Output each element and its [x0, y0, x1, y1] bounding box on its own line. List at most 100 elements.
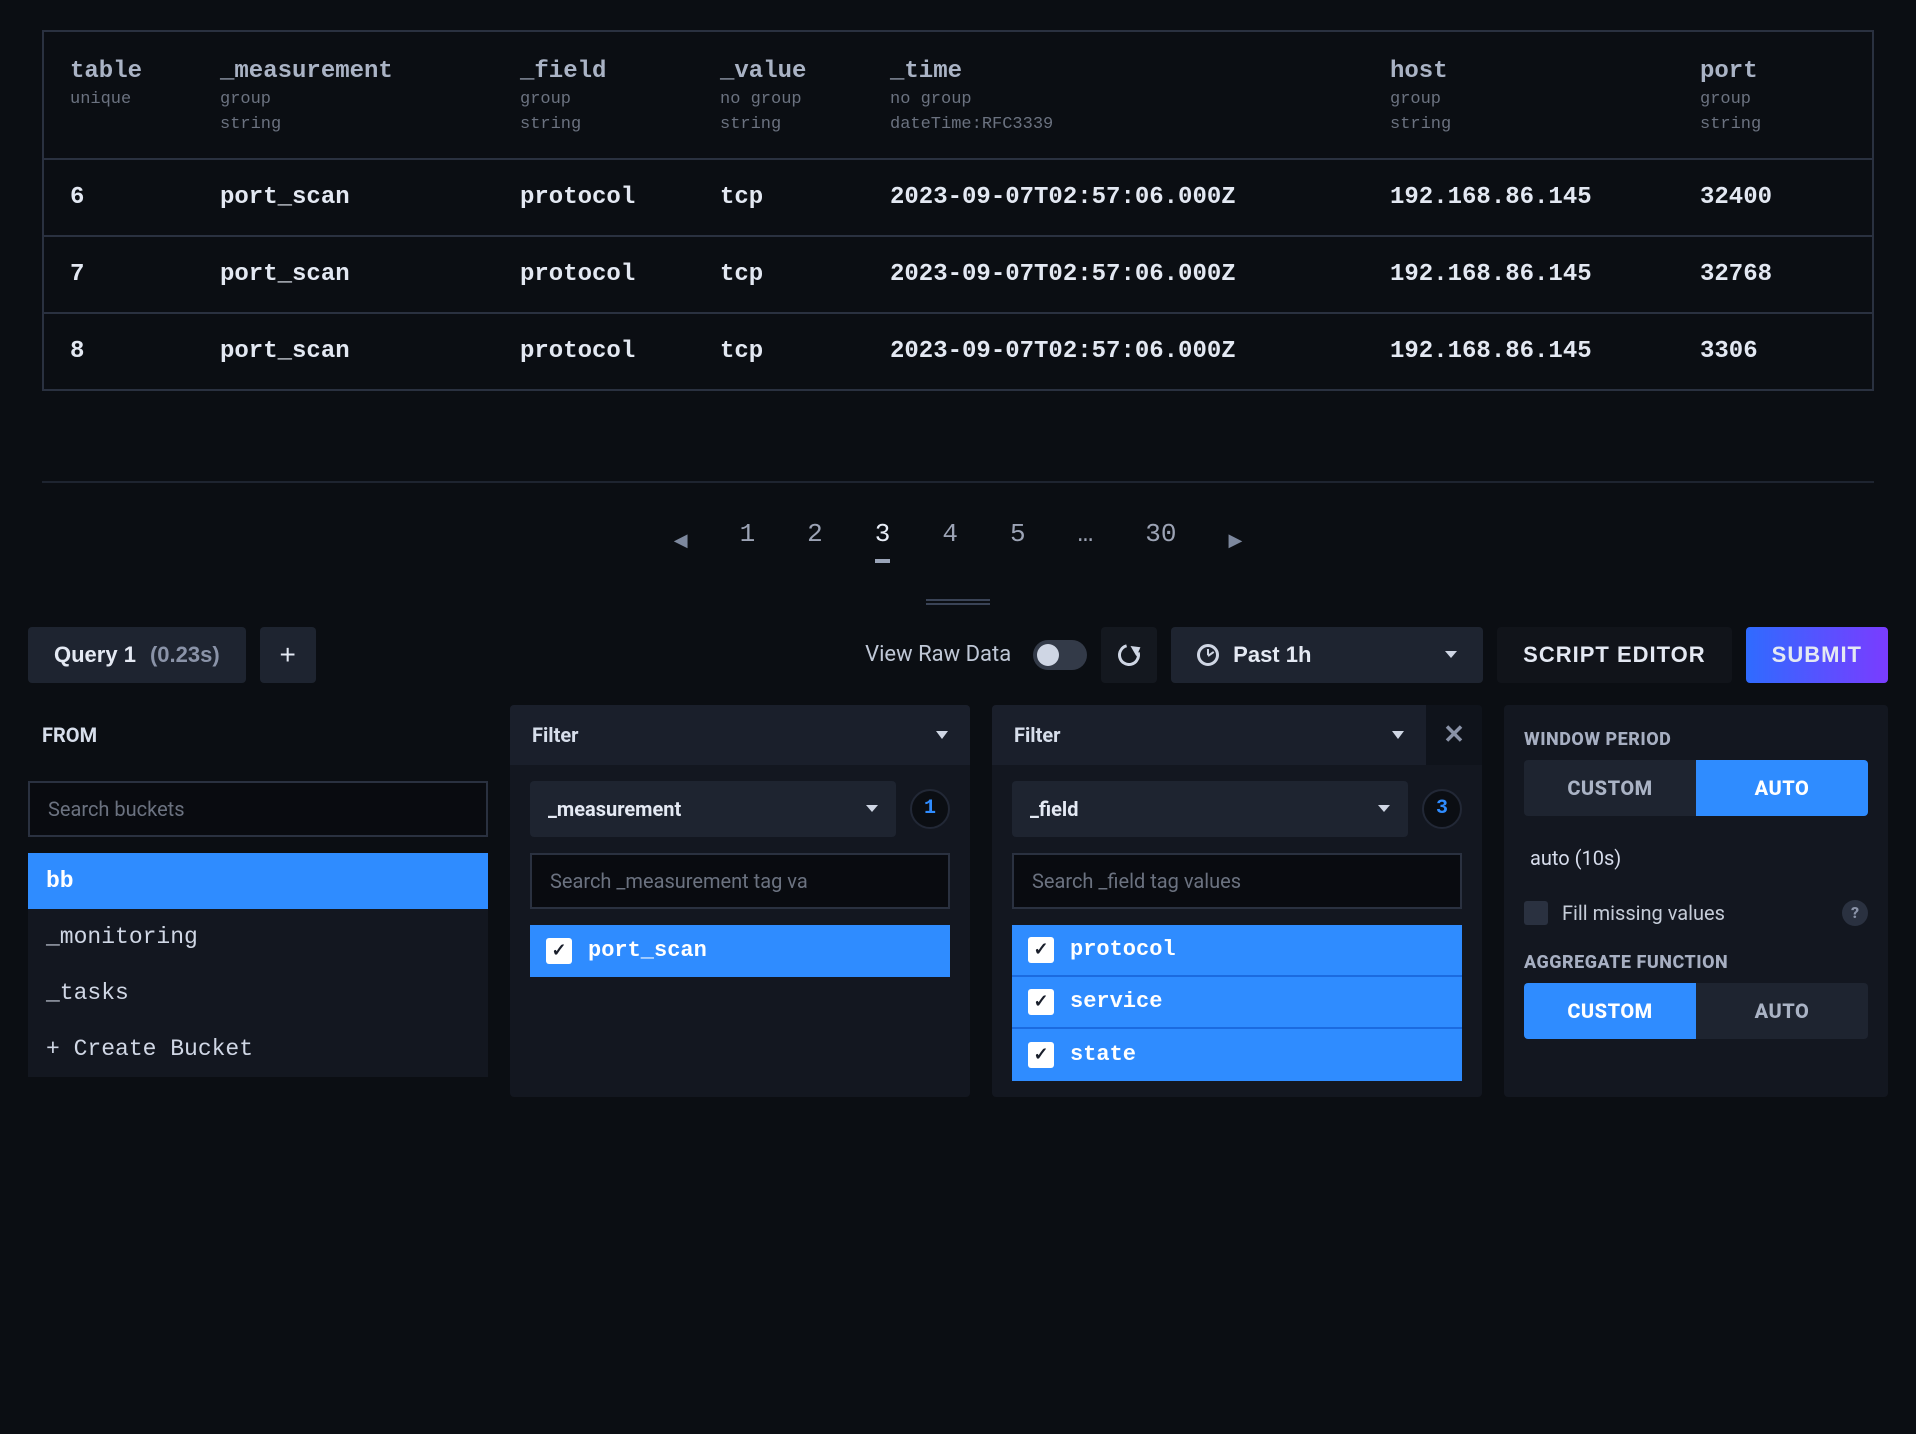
time-range-label: Past 1h	[1233, 642, 1311, 668]
filter2-key-dropdown[interactable]: _field	[1012, 781, 1408, 837]
query-toolbar: Query 1 (0.23s) + View Raw Data Past 1h …	[0, 605, 1916, 705]
table-cell: protocol	[520, 184, 720, 211]
chevron-down-icon	[1445, 651, 1457, 658]
table-header-row: tableunique_measurementgroupstring_field…	[44, 32, 1872, 158]
table-cell: tcp	[720, 338, 890, 365]
pager-page-5[interactable]: 5	[1010, 519, 1026, 563]
tag-value-item[interactable]: ✓port_scan	[530, 925, 950, 977]
bucket-item[interactable]: bb	[28, 853, 488, 909]
filter1-header[interactable]: Filter	[510, 705, 970, 765]
table-cell: 2023-09-07T02:57:06.000Z	[890, 184, 1390, 211]
window-period-segment: CUSTOM AUTO	[1524, 760, 1868, 816]
bucket-search-input[interactable]: Search buckets	[28, 781, 488, 837]
help-icon[interactable]: ?	[1842, 900, 1868, 926]
chevron-down-icon	[1378, 805, 1390, 812]
pager-page-4[interactable]: 4	[942, 519, 958, 563]
submit-button[interactable]: SUBMIT	[1746, 627, 1888, 683]
table-cell: 192.168.86.145	[1390, 338, 1700, 365]
table-cell: 7	[70, 261, 220, 288]
chevron-down-icon	[1392, 731, 1404, 739]
table-cell: 2023-09-07T02:57:06.000Z	[890, 338, 1390, 365]
aggregation-panel: WINDOW PERIOD CUSTOM AUTO auto (10s) Fil…	[1504, 705, 1888, 1097]
table-column-header[interactable]: tableunique	[70, 58, 220, 110]
view-raw-label: View Raw Data	[865, 642, 1011, 667]
table-cell: protocol	[520, 338, 720, 365]
filter2-search-input[interactable]: Search _field tag values	[1012, 853, 1462, 909]
table-row[interactable]: 6port_scanprotocoltcp2023-09-07T02:57:06…	[44, 158, 1872, 235]
pager-page-2[interactable]: 2	[807, 519, 823, 563]
table-cell: tcp	[720, 261, 890, 288]
tag-value-label: port_scan	[588, 938, 707, 963]
time-range-dropdown[interactable]: Past 1h	[1171, 627, 1483, 683]
table-cell: 3306	[1700, 338, 1870, 365]
add-query-button[interactable]: +	[260, 627, 316, 683]
filter2-remove-button[interactable]: ✕	[1426, 705, 1482, 765]
tag-value-item[interactable]: ✓protocol	[1012, 925, 1462, 977]
aggregate-segment: CUSTOM AUTO	[1524, 983, 1868, 1039]
table-cell: 32400	[1700, 184, 1870, 211]
filter-panel-field: Filter ✕ _field 3 Search _field tag valu…	[992, 705, 1482, 1097]
filter1-key-dropdown[interactable]: _measurement	[530, 781, 896, 837]
tag-value-label: state	[1070, 1042, 1136, 1067]
table-cell: 2023-09-07T02:57:06.000Z	[890, 261, 1390, 288]
table-column-header[interactable]: _timeno groupdateTime:RFC3339	[890, 58, 1390, 136]
chevron-down-icon	[936, 731, 948, 739]
pager-page-1[interactable]: 1	[740, 519, 756, 563]
fill-missing-checkbox[interactable]	[1524, 901, 1548, 925]
table-cell: 6	[70, 184, 220, 211]
from-header: FROM	[28, 705, 488, 765]
bucket-item[interactable]: _tasks	[28, 965, 488, 1021]
query-tab-button[interactable]: Query 1 (0.23s)	[28, 627, 246, 683]
table-column-header[interactable]: hostgroupstring	[1390, 58, 1700, 136]
table-cell: 8	[70, 338, 220, 365]
table-column-header[interactable]: _valueno groupstring	[720, 58, 890, 136]
table-cell: port_scan	[220, 338, 520, 365]
filter2-key-label: _field	[1030, 797, 1078, 821]
table-cell: 192.168.86.145	[1390, 184, 1700, 211]
results-table: tableunique_measurementgroupstring_field…	[42, 30, 1874, 391]
fill-missing-label: Fill missing values	[1562, 901, 1725, 925]
view-raw-toggle[interactable]	[1033, 640, 1087, 670]
pager-page-3[interactable]: 3	[875, 519, 891, 563]
refresh-icon	[1114, 639, 1144, 669]
clock-icon	[1197, 644, 1219, 666]
filter2-count-badge: 3	[1422, 789, 1462, 829]
table-column-header[interactable]: _measurementgroupstring	[220, 58, 520, 136]
tag-value-item[interactable]: ✓ state	[1012, 1029, 1462, 1081]
filter1-count-badge: 1	[910, 789, 950, 829]
table-row[interactable]: 8port_scanprotocoltcp2023-09-07T02:57:06…	[44, 312, 1872, 389]
pager-ellipsis: …	[1078, 519, 1094, 563]
chevron-down-icon	[866, 805, 878, 812]
bucket-item[interactable]: _monitoring	[28, 909, 488, 965]
tag-value-label: service	[1070, 989, 1162, 1014]
pager-next-icon[interactable]: ▶	[1228, 530, 1242, 552]
pager-page-30[interactable]: 30	[1145, 519, 1176, 563]
close-icon: ✕	[1437, 720, 1471, 750]
tag-value-item[interactable]: ✓service	[1012, 977, 1462, 1029]
query-builder: FROM Search buckets bb_monitoring_tasks+…	[0, 705, 1916, 1117]
table-cell: 32768	[1700, 261, 1870, 288]
create-bucket-button[interactable]: + Create Bucket	[28, 1021, 488, 1077]
pager-prev-icon[interactable]: ◀	[674, 530, 688, 552]
filter1-search-input[interactable]: Search _measurement tag va	[530, 853, 950, 909]
filter2-header[interactable]: Filter	[992, 705, 1426, 765]
checkbox-icon: ✓	[1028, 1042, 1054, 1068]
agg-custom-button[interactable]: CUSTOM	[1524, 983, 1696, 1039]
table-row[interactable]: 7port_scanprotocoltcp2023-09-07T02:57:06…	[44, 235, 1872, 312]
agg-auto-button[interactable]: AUTO	[1696, 983, 1868, 1039]
table-column-header[interactable]: portgroupstring	[1700, 58, 1870, 136]
query-tab-label: Query 1	[54, 642, 136, 668]
divider	[42, 481, 1874, 483]
filter1-header-label: Filter	[532, 723, 578, 747]
wp-custom-button[interactable]: CUSTOM	[1524, 760, 1696, 816]
auto-window-text: auto (10s)	[1524, 842, 1868, 874]
wp-auto-button[interactable]: AUTO	[1696, 760, 1868, 816]
from-panel: FROM Search buckets bb_monitoring_tasks+…	[28, 705, 488, 1097]
table-cell: protocol	[520, 261, 720, 288]
table-column-header[interactable]: _fieldgroupstring	[520, 58, 720, 136]
filter1-key-label: _measurement	[548, 797, 681, 821]
refresh-button[interactable]	[1101, 627, 1157, 683]
window-period-label: WINDOW PERIOD	[1524, 729, 1868, 750]
table-cell: port_scan	[220, 261, 520, 288]
script-editor-button[interactable]: SCRIPT EDITOR	[1497, 627, 1732, 683]
